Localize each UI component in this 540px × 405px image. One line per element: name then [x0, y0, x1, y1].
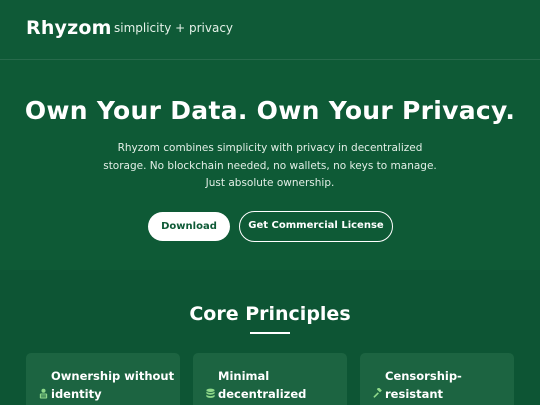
- principle-card-censorship: Censorship-resistant: [360, 353, 514, 405]
- card-title: Minimal decentralized: [218, 369, 307, 401]
- hero-description: Rhyzom combines simplicity with privacy …: [103, 142, 437, 189]
- hero-title: Own Your Data. Own Your Privacy.: [24, 96, 516, 125]
- brand-tagline: simplicity + privacy: [114, 21, 234, 35]
- commercial-license-button[interactable]: Get Commercial License: [239, 211, 393, 242]
- gavel-icon: [373, 388, 382, 398]
- download-button[interactable]: Download: [148, 212, 230, 241]
- principle-card-ownership: Ownership without identity: [26, 353, 180, 405]
- card-title: Ownership without identity: [51, 369, 175, 401]
- section-title: Core Principles: [189, 303, 351, 325]
- section-divider: [250, 332, 290, 334]
- database-icon: [206, 388, 215, 398]
- core-principles-section: Core Principles Ownership without identi…: [0, 270, 540, 405]
- principle-card-minimal: Minimal decentralized: [193, 353, 347, 405]
- brand-logo[interactable]: Rhyzom: [26, 17, 112, 39]
- card-title: Censorship-resistant: [385, 369, 462, 401]
- site-header: Rhyzom simplicity + privacy: [0, 0, 540, 60]
- hero-section: Own Your Data. Own Your Privacy. Rhyzom …: [0, 60, 540, 270]
- user-lock-icon: [39, 388, 48, 399]
